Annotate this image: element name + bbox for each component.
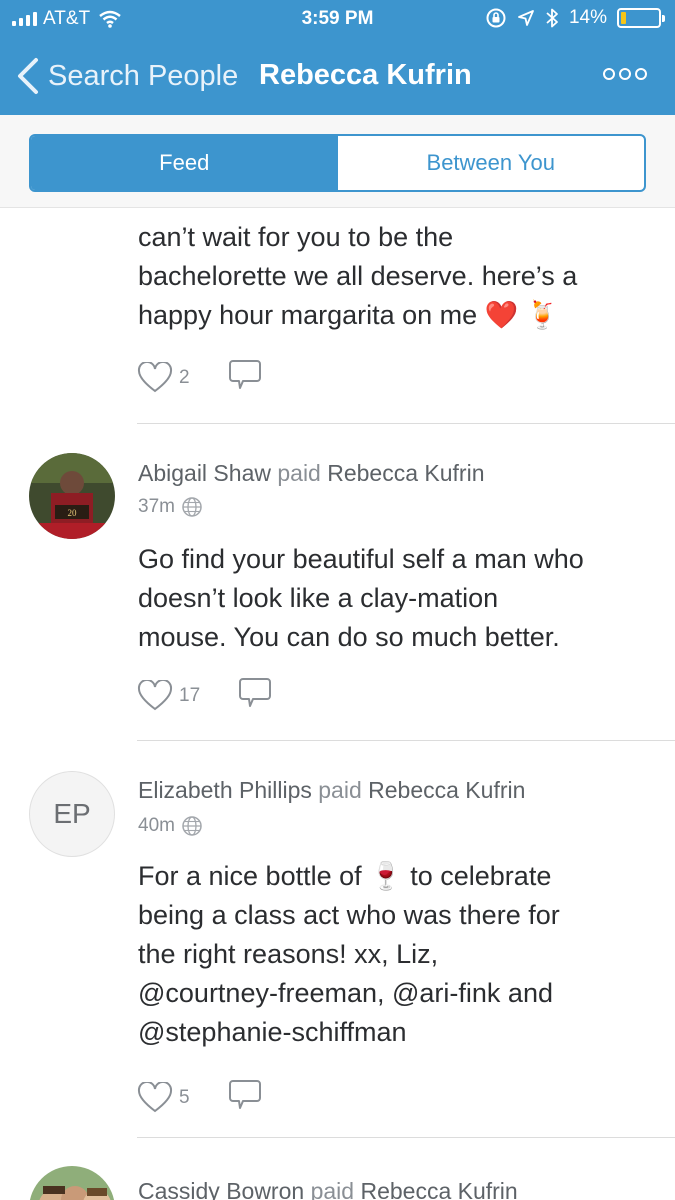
comment-icon [239,678,272,707]
heart-icon [137,361,173,392]
battery-percent: 14% [568,7,607,28]
app-header: AT&T 3:59 PM 14% Search People Rebecca K… [0,0,675,115]
heart-icon [137,679,173,710]
battery-level-fill [621,12,626,24]
more-dot-icon [635,68,647,80]
battery-icon [617,8,665,28]
segment-bar: Feed Between You [0,115,675,208]
note-line: happy hour margarita on me ❤️ 🍹 [138,300,560,330]
bluetooth-icon [546,8,558,28]
more-dot-icon [619,68,631,80]
story-actions: 17 [137,676,272,715]
like-count: 17 [179,684,201,706]
avatar[interactable]: EP [29,771,115,857]
story-headline: Elizabeth Phillips paid Rebecca Kufrin [138,777,525,804]
story-divider [137,423,675,424]
comment-button[interactable] [228,358,262,397]
comment-button[interactable] [238,676,272,715]
like-button[interactable]: 5 [137,1081,190,1114]
actor-name[interactable]: Elizabeth Phillips [138,777,312,803]
avatar-photo: 20 [29,453,115,539]
story-headline: Cassidy Bowron paid Rebecca Kufrin [138,1178,518,1200]
tab-feed[interactable]: Feed [31,136,338,190]
note-line: bachelorette we all deserve. here’s a [138,261,578,291]
story-actions: 2 [137,358,262,397]
heart-icon [137,1081,173,1112]
note-line: can’t wait for you to be the [138,222,454,252]
actor-name[interactable]: Abigail Shaw [138,460,271,486]
comment-icon [228,360,261,389]
note-line: @courtney-freeman, @ari-fink and [138,978,553,1008]
story-meta: 40m [138,815,203,837]
story-note-cutoff [138,210,658,216]
feed-segmented-control: Feed Between You [29,134,646,192]
globe-icon [182,816,202,836]
back-label: Search People [48,59,239,92]
svg-text:20: 20 [68,508,78,518]
rotation-lock-icon [486,8,506,28]
story-verb: paid [318,777,362,803]
story-divider [137,1137,675,1138]
like-count: 2 [179,366,190,388]
nav-bar: Search People Rebecca Kufrin [0,42,675,112]
more-options-button[interactable] [603,68,647,80]
story-time: 37m [138,496,175,517]
story-note: can’t wait for you to be the bachelorett… [138,218,658,335]
comment-icon [228,1080,261,1109]
note-line: the right reasons! xx, Liz, [138,939,439,969]
note-line: @stephanie-schiffman [138,1017,407,1047]
note-line: mouse. You can do so much better. [138,622,560,652]
actor-name[interactable]: Cassidy Bowron [138,1178,304,1200]
more-dot-icon [603,68,615,80]
back-button[interactable]: Search People [14,56,238,96]
like-count: 5 [179,1086,190,1108]
location-arrow-icon [518,10,534,26]
feed-list[interactable]: can’t wait for you to be the bachelorett… [0,208,675,1200]
comment-button[interactable] [228,1078,262,1117]
note-line: being a class act who was there for [138,900,560,930]
note-line: For a nice bottle of 🍷 to celebrate [138,861,552,891]
target-name[interactable]: Rebecca Kufrin [327,460,484,486]
tab-between-you[interactable]: Between You [338,136,645,190]
story-verb: paid [277,460,321,486]
status-bar: AT&T 3:59 PM 14% [0,0,675,38]
note-line: doesn’t look like a clay-mation [138,583,499,613]
story-time: 40m [138,815,175,836]
globe-icon [182,497,202,517]
story-meta: 37m [138,496,203,518]
target-name[interactable]: Rebecca Kufrin [368,777,525,803]
avatar[interactable]: 20 [29,453,115,539]
story-divider [137,740,675,741]
note-line: Go find your beautiful self a man who [138,544,584,574]
story-verb: paid [310,1178,355,1200]
target-name[interactable]: Rebecca Kufrin [360,1178,517,1200]
story-note: Go find your beautiful self a man who do… [138,540,658,657]
story-headline: Abigail Shaw paid Rebecca Kufrin [138,460,484,487]
story-actions: 5 [137,1078,262,1117]
avatar-photo [29,1166,115,1200]
avatar[interactable] [29,1166,115,1200]
like-button[interactable]: 2 [137,361,190,394]
like-button[interactable]: 17 [137,679,201,712]
story-note: For a nice bottle of 🍷 to celebrate bein… [138,857,658,1052]
page-title: Rebecca Kufrin [259,59,472,91]
status-right: 14% [485,7,665,29]
chevron-left-icon [18,58,38,94]
